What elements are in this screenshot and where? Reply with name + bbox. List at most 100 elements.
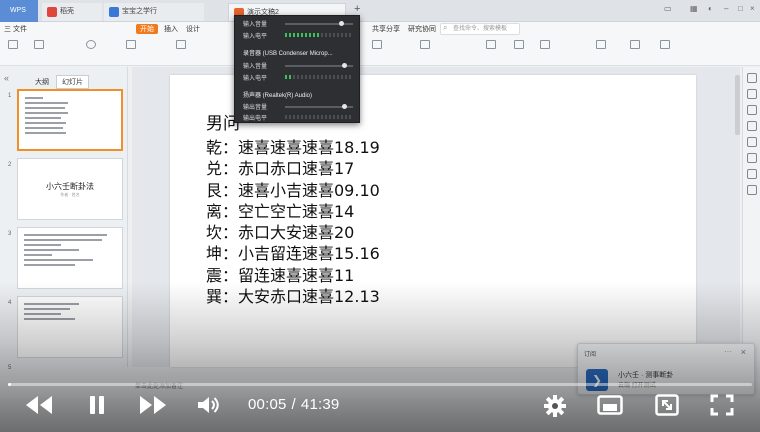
- new-tab-button[interactable]: +: [354, 3, 360, 15]
- paste-icon[interactable]: [8, 40, 18, 50]
- input-level-row: 输入电平: [243, 73, 267, 82]
- meter-bar: [325, 75, 327, 79]
- cut-icon[interactable]: [34, 40, 44, 50]
- meter-bar: [297, 33, 299, 37]
- align-icon[interactable]: [372, 40, 382, 50]
- slide-number: 3: [8, 231, 12, 237]
- layout-icon[interactable]: ▭: [664, 4, 672, 13]
- layout-button-icon[interactable]: [176, 40, 186, 50]
- meter-bar: [285, 33, 287, 37]
- arrange-icon[interactable]: [540, 40, 550, 50]
- slide-thumbnail-3[interactable]: [17, 227, 123, 289]
- sidebar-tool-icon[interactable]: [747, 153, 757, 163]
- sidebar-tool-icon[interactable]: [747, 89, 757, 99]
- meter-bar: [309, 33, 311, 37]
- menu-share[interactable]: 共享分享: [372, 24, 400, 34]
- shape-icon[interactable]: [514, 40, 524, 50]
- find-icon[interactable]: [596, 40, 606, 50]
- tab-slides[interactable]: 幻灯片: [55, 75, 89, 89]
- sidebar-tool-icon[interactable]: [747, 105, 757, 115]
- close-icon[interactable]: ×: [750, 4, 755, 13]
- sidebar-tool-icon[interactable]: [747, 169, 757, 179]
- meter-bar: [329, 115, 331, 119]
- meter-bar: [349, 33, 351, 37]
- row-label: 输入电平: [243, 34, 268, 40]
- slide-thumbnail-4[interactable]: [17, 296, 123, 358]
- meter-bar: [309, 115, 311, 119]
- select-icon[interactable]: [630, 40, 640, 50]
- slide-thumbnail-2[interactable]: 小六壬断卦法 作者 · 姓名: [17, 158, 123, 220]
- level-meter: [285, 75, 353, 79]
- slide-line: 乾：速喜速喜速喜18.19: [206, 138, 380, 157]
- menu-file[interactable]: 三 文件: [4, 24, 27, 34]
- meter-bar: [293, 115, 295, 119]
- sidebar-tool-icon[interactable]: [747, 121, 757, 131]
- minimize-icon[interactable]: –: [724, 4, 728, 13]
- play-icon[interactable]: [86, 40, 96, 50]
- notification-popup[interactable]: 订阅 ··· × ❯ 小六壬 · 测事断卦 云端 打开测试: [577, 343, 755, 395]
- screen: WPS 稻壳 宝宝之学行 演示文稿2 + ▭ ▦ ◐ – □ × 三 文件 开始…: [0, 0, 760, 432]
- close-icon[interactable]: ×: [741, 347, 746, 357]
- grid-icon[interactable]: ▦: [690, 4, 698, 13]
- menu-start[interactable]: 开始: [136, 24, 158, 34]
- meter-bar: [305, 33, 307, 37]
- menu-research[interactable]: 研究协同: [408, 24, 436, 34]
- notification-header: 订阅: [584, 352, 597, 358]
- meter-bar: [341, 33, 343, 37]
- meter-bar: [317, 33, 319, 37]
- volume-icon[interactable]: [196, 394, 222, 416]
- maximize-icon[interactable]: □: [738, 4, 743, 13]
- tab-document[interactable]: 宝宝之学行: [104, 3, 204, 21]
- meter-bar: [285, 115, 287, 119]
- row-label: 输入电平: [243, 76, 268, 82]
- slide-thumbnail-1[interactable]: [17, 89, 123, 151]
- meter-bar: [301, 33, 303, 37]
- settings-icon[interactable]: [660, 40, 670, 50]
- textbox-icon[interactable]: [486, 40, 496, 50]
- web-fullscreen-icon[interactable]: [655, 394, 679, 416]
- sidebar-tool-icon[interactable]: [747, 137, 757, 147]
- skin-icon[interactable]: ◐: [708, 4, 713, 13]
- meter-bar: [289, 33, 291, 37]
- new-slide-icon[interactable]: [126, 40, 136, 50]
- tab-outline[interactable]: 大纲: [30, 76, 54, 88]
- meter-bar: [297, 115, 299, 119]
- pause-icon[interactable]: [87, 394, 107, 416]
- volume-slider[interactable]: [285, 104, 353, 109]
- slider-knob[interactable]: [341, 63, 347, 68]
- thumb-title: 小六壬断卦法: [46, 182, 94, 191]
- command-search-input[interactable]: 查找命令、搜索模板: [440, 23, 520, 35]
- volume-slider[interactable]: [285, 63, 353, 68]
- meter-bar: [333, 115, 335, 119]
- more-icon[interactable]: ···: [724, 347, 732, 356]
- collapse-panel-icon[interactable]: «: [4, 73, 9, 83]
- vertical-scrollbar[interactable]: [735, 75, 740, 135]
- tab-label: 宝宝之学行: [122, 8, 157, 15]
- meter-bar: [333, 75, 335, 79]
- app-logo-icon: ❯: [586, 369, 608, 391]
- meter-bar: [313, 75, 315, 79]
- level-meter: [285, 115, 353, 119]
- row-label: 输出音量: [243, 105, 268, 111]
- rewind-icon[interactable]: [24, 394, 54, 416]
- picture-in-picture-icon[interactable]: [597, 395, 623, 415]
- playback-time: 00:05/41:39: [248, 396, 339, 413]
- volume-slider[interactable]: [285, 21, 353, 26]
- slider-knob[interactable]: [341, 104, 347, 109]
- tab-docer[interactable]: 稻壳: [42, 3, 102, 21]
- menu-design[interactable]: 设计: [186, 24, 200, 34]
- gear-icon[interactable]: [543, 394, 567, 418]
- progress-played: [8, 383, 11, 386]
- menu-insert[interactable]: 插入: [164, 24, 178, 34]
- meter-bar: [349, 75, 351, 79]
- sidebar-tool-icon[interactable]: [747, 73, 757, 83]
- fullscreen-icon[interactable]: [710, 394, 734, 416]
- text-direction-icon[interactable]: [420, 40, 430, 50]
- tab-wps[interactable]: WPS: [0, 0, 38, 22]
- slider-knob[interactable]: [338, 21, 344, 26]
- progress-bar[interactable]: [8, 383, 752, 386]
- sidebar-tool-icon[interactable]: [747, 185, 757, 195]
- title-bar: WPS 稻壳 宝宝之学行 演示文稿2 + ▭ ▦ ◐ – □ ×: [0, 0, 760, 22]
- slide-line: 兑：赤口赤口速喜17: [206, 159, 355, 179]
- fast-forward-icon[interactable]: [138, 394, 168, 416]
